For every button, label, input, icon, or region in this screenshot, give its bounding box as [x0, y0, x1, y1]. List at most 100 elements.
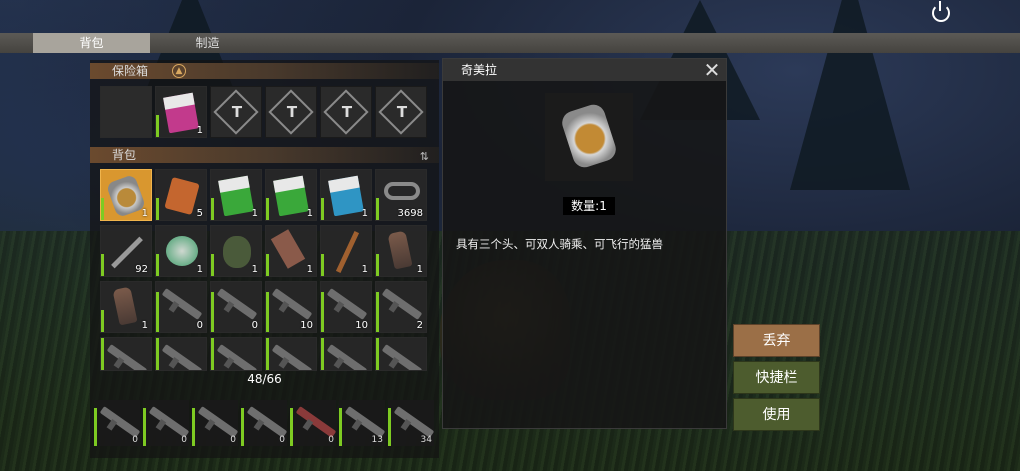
- item-count: 3698: [397, 208, 423, 219]
- leather-glove-icon: [387, 230, 413, 270]
- item-count: 0: [196, 320, 203, 331]
- backpack-slot[interactable]: [375, 337, 427, 371]
- backpack-slot[interactable]: [210, 337, 262, 371]
- leather-glove-icon: [112, 286, 138, 326]
- durability-bar: [388, 408, 391, 446]
- hotbar-slot[interactable]: 0: [94, 400, 141, 446]
- item-count: 1: [306, 264, 313, 275]
- item-count: 2: [416, 320, 423, 331]
- backpack-slot[interactable]: 1: [210, 169, 262, 221]
- durability-bar: [266, 198, 269, 220]
- durability-bar: [101, 338, 104, 370]
- cleaver-icon: [270, 229, 306, 269]
- locked-slot[interactable]: T: [265, 86, 317, 138]
- empty-slot[interactable]: [100, 86, 152, 138]
- item-count: 1: [251, 264, 258, 275]
- backpack-slot[interactable]: [155, 337, 207, 371]
- hotbar-slot[interactable]: 0: [192, 400, 239, 446]
- item-count: 0: [251, 320, 258, 331]
- backpack-slot[interactable]: 2: [375, 281, 427, 333]
- item-count: 1: [251, 208, 258, 219]
- safe-box-title: 保险箱: [112, 64, 149, 78]
- hotbar-slot[interactable]: 34: [388, 400, 435, 446]
- hotbar-slot[interactable]: 0: [241, 400, 288, 446]
- rifle-icon: [246, 406, 288, 438]
- durability-bar: [143, 408, 146, 446]
- locked-slot[interactable]: T: [320, 86, 372, 138]
- safe-box-slot[interactable]: 1: [155, 86, 207, 138]
- item-count: 1: [361, 208, 368, 219]
- backpack-slot[interactable]: 0: [210, 281, 262, 333]
- durability-bar: [376, 198, 379, 220]
- rifle-icon: [326, 344, 368, 370]
- backpack-slot[interactable]: 3698: [375, 169, 427, 221]
- hotbar-slot[interactable]: 13: [339, 400, 386, 446]
- inventory-panel: 保险箱 ▲ 1TTTT 背包 ⇅ 1 5 1 1 1 3698 92 1 1 1 1 1 1 0 0 10 10…: [90, 60, 439, 458]
- sort-icon[interactable]: ⇅: [420, 149, 429, 165]
- use-button[interactable]: 使用: [733, 398, 820, 431]
- durability-bar: [156, 292, 159, 332]
- durability-bar: [101, 198, 104, 220]
- tab-backpack[interactable]: 背包: [33, 33, 150, 53]
- item-count: 34: [420, 435, 432, 445]
- hotbar-button[interactable]: 快捷栏: [733, 361, 820, 394]
- backpack-slot[interactable]: 1: [210, 225, 262, 277]
- dog-tag-icon: [559, 101, 619, 171]
- collapse-arrow-icon[interactable]: ▲: [172, 64, 186, 78]
- canned-food-icon: [166, 236, 198, 266]
- rifle-icon: [381, 344, 423, 370]
- item-count: 10: [300, 320, 313, 331]
- close-icon[interactable]: ✕: [702, 60, 722, 80]
- backpack-slot[interactable]: 10: [320, 281, 372, 333]
- durability-bar: [321, 254, 324, 276]
- durability-bar: [266, 254, 269, 276]
- item-count: 0: [328, 435, 334, 445]
- backpack-slot[interactable]: [265, 337, 317, 371]
- durability-bar: [321, 292, 324, 332]
- backpack-slot[interactable]: 1: [100, 169, 152, 221]
- backpack-slot[interactable]: 10: [265, 281, 317, 333]
- durability-bar: [376, 292, 379, 332]
- durability-bar: [101, 254, 104, 276]
- backpack-capacity: 48/66: [247, 372, 282, 386]
- backpack-slot[interactable]: 1: [100, 281, 152, 333]
- item-count: 1: [196, 125, 203, 136]
- backpack-slot[interactable]: 1: [155, 225, 207, 277]
- backpack-slot[interactable]: 1: [375, 225, 427, 277]
- durability-bar: [101, 310, 104, 332]
- hotbar-slot[interactable]: 0: [290, 400, 337, 446]
- backpack-slot[interactable]: 5: [155, 169, 207, 221]
- item-description: 具有三个头、可双人骑乘、可飞行的猛兽: [456, 237, 663, 251]
- durability-bar: [266, 292, 269, 332]
- pink-recipe-book-icon: [163, 92, 199, 134]
- backpack-slot[interactable]: 0: [155, 281, 207, 333]
- lock-icon: T: [286, 103, 298, 121]
- backpack-slot[interactable]: [320, 337, 372, 371]
- blue-recipe-book-icon: [328, 175, 364, 217]
- backpack-slot[interactable]: 1: [320, 169, 372, 221]
- durability-bar: [211, 198, 214, 220]
- rifle-icon: [271, 288, 313, 320]
- tab-craft[interactable]: 制造: [160, 33, 255, 53]
- durability-bar: [211, 338, 214, 370]
- item-count: 1: [196, 264, 203, 275]
- backpack-slot[interactable]: [100, 337, 152, 371]
- item-count: 5: [196, 208, 203, 219]
- backpack-slot[interactable]: 1: [320, 225, 372, 277]
- rifle-icon: [381, 288, 423, 320]
- lock-icon: T: [231, 103, 243, 121]
- backpack-slot[interactable]: 1: [265, 169, 317, 221]
- rifle-icon: [99, 406, 141, 438]
- drop-button[interactable]: 丢弃: [733, 324, 820, 357]
- power-icon[interactable]: [932, 1, 950, 22]
- tab-bar: 背包 制造: [0, 33, 1020, 53]
- item-detail-header: 奇美拉 ✕: [443, 59, 726, 81]
- backpack-slot[interactable]: 1: [265, 225, 317, 277]
- item-count: 1: [416, 264, 423, 275]
- durability-bar: [211, 254, 214, 276]
- durability-bar: [241, 408, 244, 446]
- locked-slot[interactable]: T: [210, 86, 262, 138]
- locked-slot[interactable]: T: [375, 86, 427, 138]
- hotbar-slot[interactable]: 0: [143, 400, 190, 446]
- backpack-slot[interactable]: 92: [100, 225, 152, 277]
